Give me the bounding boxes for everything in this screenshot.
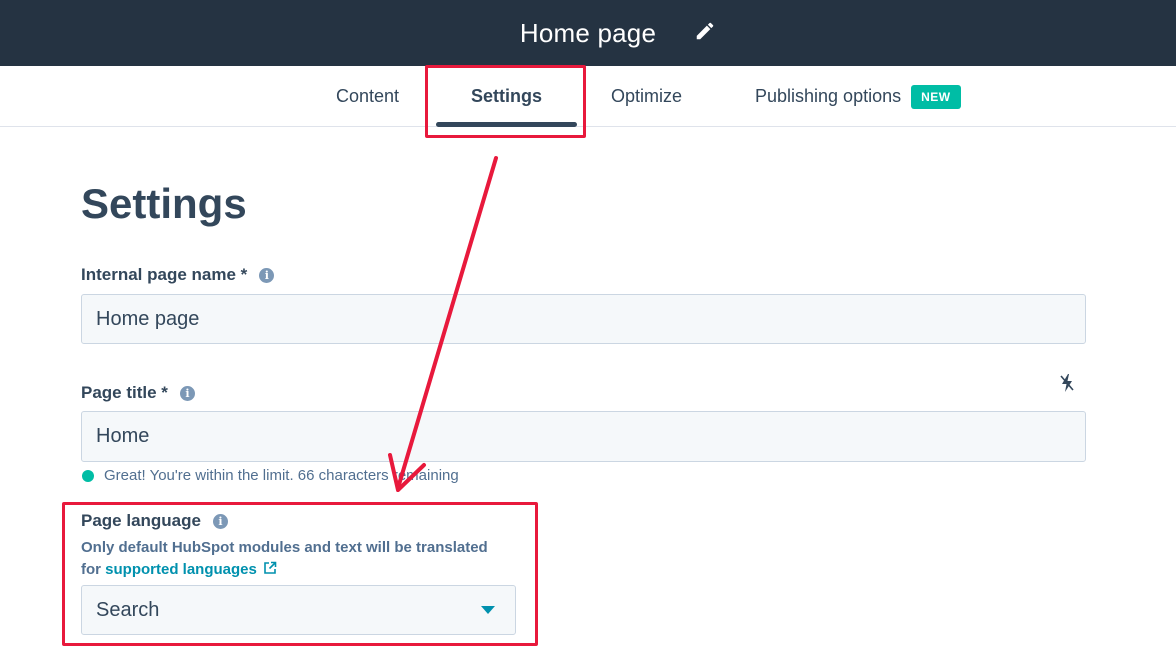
annotation-arrow xyxy=(388,156,498,492)
